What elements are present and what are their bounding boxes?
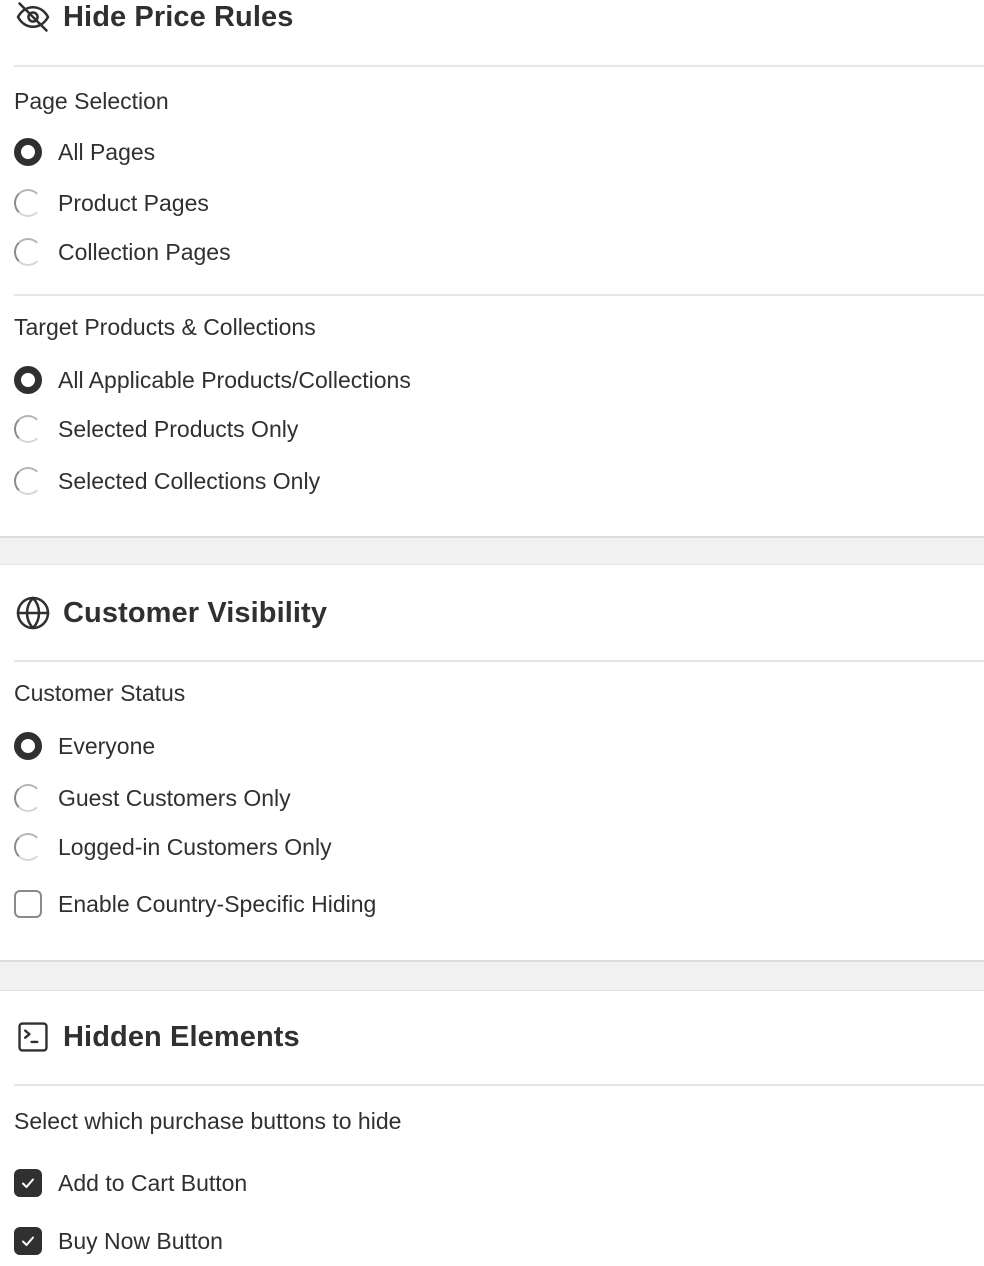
- radio-button[interactable]: [14, 366, 42, 394]
- radio-collection-pages[interactable]: Collection Pages: [14, 236, 231, 268]
- add-to-cart-checkbox[interactable]: [14, 1169, 42, 1197]
- radio-button[interactable]: [14, 138, 42, 166]
- radio-label: Product Pages: [58, 189, 209, 216]
- radio-selected-products[interactable]: Selected Products Only: [14, 413, 298, 445]
- terminal-icon: [14, 1018, 52, 1056]
- radio-product-pages[interactable]: Product Pages: [14, 187, 209, 219]
- radio-label: Logged-in Customers Only: [58, 833, 332, 860]
- divider: [14, 294, 984, 296]
- card-title: Hide Price Rules: [63, 0, 294, 33]
- hidden-elements-description: Select which purchase buttons to hide: [14, 1108, 402, 1134]
- radio-label: All Applicable Products/Collections: [58, 366, 411, 393]
- checkmark-icon: [22, 1236, 34, 1246]
- checkbox-label: Enable Country-Specific Hiding: [58, 890, 377, 917]
- eye-slash-icon: [14, 0, 52, 36]
- checkmark-icon: [22, 1178, 34, 1188]
- radio-label: Collection Pages: [58, 238, 231, 265]
- radio-selected-collections[interactable]: Selected Collections Only: [14, 465, 320, 497]
- card-title: Customer Visibility: [63, 596, 328, 629]
- radio-logged-in-customers[interactable]: Logged-in Customers Only: [14, 831, 332, 863]
- radio-button[interactable]: [14, 415, 42, 443]
- radio-label: All Pages: [58, 138, 156, 165]
- radio-label: Selected Products Only: [58, 415, 299, 442]
- radio-all-applicable[interactable]: All Applicable Products/Collections: [14, 364, 411, 396]
- hidden-elements-card: Hidden Elements Select which purchase bu…: [0, 990, 984, 1266]
- radio-button[interactable]: [14, 238, 42, 266]
- add-to-cart-checkbox-row[interactable]: Add to Cart Button: [14, 1167, 247, 1199]
- globe-icon: [14, 594, 52, 632]
- customer-visibility-header: Customer Visibility: [14, 594, 327, 632]
- radio-label: Everyone: [58, 732, 156, 759]
- buy-now-checkbox[interactable]: [14, 1227, 42, 1255]
- radio-button[interactable]: [14, 833, 42, 861]
- divider: [14, 1084, 984, 1086]
- radio-guest-customers[interactable]: Guest Customers Only: [14, 782, 291, 814]
- checkbox-label: Add to Cart Button: [58, 1169, 248, 1196]
- divider: [14, 65, 984, 67]
- divider: [14, 660, 984, 662]
- radio-button[interactable]: [14, 732, 42, 760]
- radio-everyone[interactable]: Everyone: [14, 730, 155, 762]
- checkbox-label: Buy Now Button: [58, 1227, 223, 1254]
- radio-button[interactable]: [14, 467, 42, 495]
- target-products-label: Target Products & Collections: [14, 314, 316, 340]
- radio-button[interactable]: [14, 784, 42, 812]
- card-title: Hidden Elements: [63, 1020, 300, 1053]
- radio-label: Guest Customers Only: [58, 784, 291, 811]
- hidden-elements-header: Hidden Elements: [14, 1018, 300, 1056]
- page-selection-label: Page Selection: [14, 88, 169, 114]
- radio-button[interactable]: [14, 189, 42, 217]
- customer-visibility-card: Customer Visibility Customer Status Ever…: [0, 564, 984, 962]
- country-hiding-checkbox[interactable]: [14, 890, 42, 918]
- radio-all-pages[interactable]: All Pages: [14, 136, 155, 168]
- buy-now-checkbox-row[interactable]: Buy Now Button: [14, 1225, 223, 1257]
- hide-price-rules-card: Hide Price Rules Page Selection All Page…: [0, 0, 984, 538]
- customer-status-label: Customer Status: [14, 680, 186, 706]
- radio-label: Selected Collections Only: [58, 467, 321, 494]
- country-hiding-checkbox-row[interactable]: Enable Country-Specific Hiding: [14, 888, 376, 920]
- hide-price-rules-header: Hide Price Rules: [14, 0, 293, 36]
